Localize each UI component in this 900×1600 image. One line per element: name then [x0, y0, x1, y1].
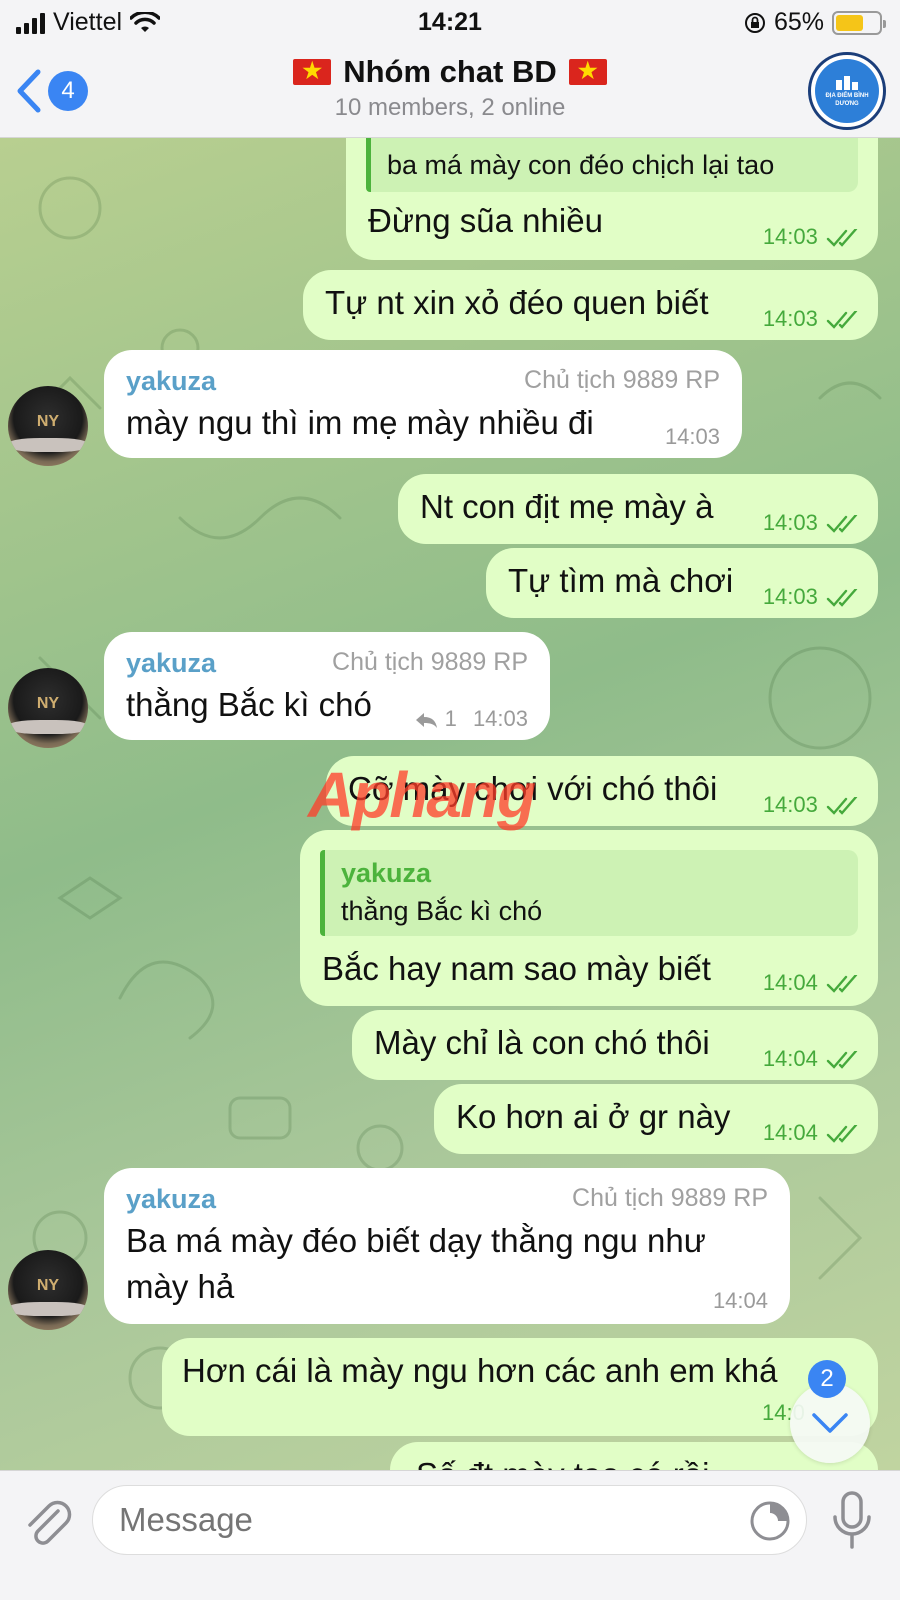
vietnam-flag-icon [568, 58, 607, 85]
double-check-icon [826, 589, 858, 607]
reply-quote-text: thằng Bắc kì chó [341, 896, 543, 926]
message-bubble-incoming[interactable]: yakuza Chủ tịch 9889 RP Ba má mày đéo bi… [104, 1168, 790, 1324]
message-text-line-2: mày hả [126, 1268, 235, 1305]
sender-name[interactable]: yakuza [126, 1184, 216, 1215]
ny-logo-icon: NY [36, 695, 60, 712]
paperclip-icon[interactable] [22, 1493, 72, 1553]
sender-role: Chủ tịch 9889 RP [332, 648, 528, 676]
double-check-icon [826, 229, 858, 247]
reply-quote-sender: yakuza [341, 858, 432, 888]
double-check-icon [826, 515, 858, 533]
double-check-icon [826, 311, 858, 329]
reply-count: 1 [444, 706, 457, 731]
message-text: Nt con địt mẹ mày à [420, 488, 714, 525]
message-bubble-outgoing[interactable]: yakuza thằng Bắc kì chó Bắc hay nam sao … [300, 830, 878, 1006]
ny-logo-icon: NY [36, 1277, 60, 1294]
message-time: 14:03 [664, 424, 720, 449]
message-bubble-outgoing[interactable]: Tự nt xin xỏ đéo quen biết 14:03 [303, 270, 878, 340]
watermark-text: Aphang [308, 759, 536, 831]
message-time-text: 14:04 [762, 970, 818, 995]
reply-quote[interactable]: ba má mày con đéo chịch lại tao [366, 138, 858, 192]
vietnam-flag-icon [293, 58, 332, 85]
group-avatar-text: ĐỊA ĐIỂM BÌNH DƯƠNG [825, 93, 869, 107]
message-text: Ko hơn ai ở gr này [456, 1098, 731, 1135]
rotation-lock-icon [744, 12, 765, 33]
message-text: Số đt mày tao có rồi [416, 1456, 709, 1470]
sticker-icon[interactable] [748, 1499, 792, 1543]
reply-quote-text: ba má mày con đéo chịch lại tao [387, 150, 775, 180]
message-text: mày ngu thì im mẹ mày nhiều đi [126, 404, 594, 441]
status-bar: Viettel 14:21 65% [0, 0, 900, 46]
message-bubble-outgoing[interactable]: Nt con địt mẹ mày à 14:03 [398, 474, 878, 544]
reply-quote[interactable]: yakuza thằng Bắc kì chó [320, 850, 858, 936]
avatar[interactable]: NY [8, 386, 88, 466]
status-right: 65% [744, 8, 886, 37]
avatar[interactable]: NY [8, 668, 88, 748]
message-text: Hơn cái là mày ngu hơn các anh em khá [182, 1352, 778, 1389]
reply-arrow-icon [416, 713, 438, 729]
building-icon [836, 76, 858, 90]
message-time: 14:03 [763, 792, 860, 818]
message-time-text: 14:03 [762, 306, 818, 331]
avatar[interactable]: NY [8, 1250, 88, 1330]
message-time-text: 14:03 [762, 584, 818, 609]
message-time-text: 14:03 [762, 510, 818, 535]
sender-role: Chủ tịch 9889 RP [524, 366, 720, 394]
message-text: Tự tìm mà chơi [508, 562, 734, 599]
double-check-icon [826, 1125, 858, 1143]
message-time: 14:03 [763, 510, 860, 536]
message-bubble-incoming[interactable]: yakuza Chủ tịch 9889 RP mày ngu thì im m… [104, 350, 742, 458]
chevron-down-icon [812, 1413, 848, 1433]
sender-name[interactable]: yakuza [126, 366, 216, 397]
message-text: thằng Bắc kì chó [126, 686, 372, 723]
group-avatar[interactable]: ĐỊA ĐIỂM BÌNH DƯƠNG [808, 52, 886, 130]
message-time: 14:04 [763, 970, 860, 996]
watermark-logo: Aphang [308, 758, 536, 832]
message-list[interactable]: ba má mày con đéo chịch lại tao Đừng sũa… [0, 138, 900, 1470]
message-bubble-outgoing[interactable]: Ko hơn ai ở gr này 14:04 [434, 1084, 878, 1154]
double-check-icon [826, 1051, 858, 1069]
message-bubble-outgoing[interactable]: ba má mày con đéo chịch lại tao Đừng sũa… [346, 138, 878, 260]
message-bubble-outgoing[interactable]: Tự tìm mà chơi 14:03 [486, 548, 878, 618]
unread-mentions-badge: 2 [808, 1360, 846, 1398]
message-time: 14:03 [763, 584, 860, 610]
sender-role: Chủ tịch 9889 RP [572, 1184, 768, 1212]
battery-percent: 65% [773, 8, 824, 36]
battery-icon [832, 10, 886, 35]
message-bubble-outgoing[interactable]: Hơn cái là mày ngu hơn các anh em khá 14… [162, 1338, 878, 1436]
microphone-icon[interactable] [830, 1489, 874, 1553]
double-check-icon [826, 975, 858, 993]
message-text: Tự nt xin xỏ đéo quen biết [325, 284, 709, 321]
message-time-text: 14:03 [762, 224, 818, 249]
ny-logo-icon: NY [36, 413, 60, 430]
composer-bar [0, 1470, 900, 1600]
message-time: 14:03 [763, 224, 860, 250]
message-time: 14:03 [763, 306, 860, 332]
message-text: Mày chỉ là con chó thôi [374, 1024, 710, 1061]
members-status: 10 members, 2 online [334, 94, 566, 121]
message-time-text: 14:03 [472, 706, 528, 731]
message-time: 14:04 [763, 1120, 860, 1146]
message-time-text: 14:03 [762, 792, 818, 817]
message-bubble-outgoing[interactable]: Mày chỉ là con chó thôi 14:04 [352, 1010, 878, 1080]
double-check-icon [826, 797, 858, 815]
message-time-text: 14:04 [762, 1120, 818, 1145]
sender-name[interactable]: yakuza [126, 648, 216, 679]
message-time: 14:04 [763, 1046, 860, 1072]
title-area[interactable]: Nhóm chat BD 10 members, 2 online [0, 54, 900, 122]
message-time: 14:04 [712, 1288, 768, 1313]
chat-title-text: Nhóm chat BD [343, 54, 557, 89]
message-text: Đừng sũa nhiều [368, 202, 603, 239]
chat-title: Nhóm chat BD [293, 54, 607, 90]
reply-info[interactable]: 1 14:03 [414, 706, 528, 732]
group-avatar-logo: ĐỊA ĐIỂM BÌNH DƯƠNG [815, 59, 879, 123]
message-text-line-1: Ba má mày đéo biết dạy thằng ngu như [126, 1222, 706, 1259]
message-time-text: 14:04 [762, 1046, 818, 1071]
message-input[interactable] [92, 1485, 807, 1555]
message-bubble-incoming[interactable]: yakuza Chủ tịch 9889 RP thằng Bắc kì chó… [104, 632, 550, 740]
chat-header: 4 Nhóm chat BD 10 members, 2 online ĐỊA … [0, 46, 900, 138]
message-text: Bắc hay nam sao mày biết [322, 950, 711, 987]
